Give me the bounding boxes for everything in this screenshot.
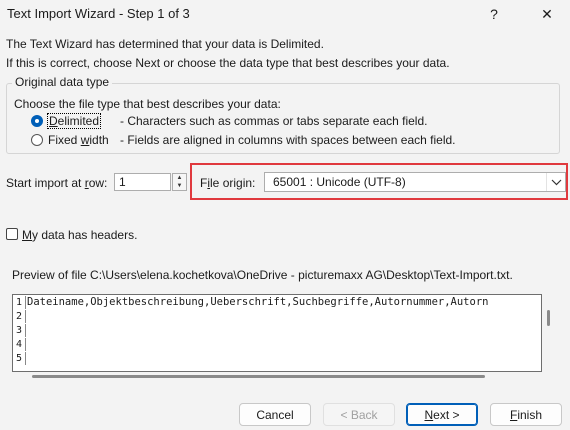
- headers-label[interactable]: My data has headers.: [22, 228, 137, 242]
- preview-row-number: 2: [13, 310, 26, 323]
- cancel-button[interactable]: Cancel: [239, 403, 311, 426]
- help-icon: ?: [490, 6, 498, 22]
- headers-checkbox[interactable]: [6, 228, 18, 240]
- fixed-width-radio[interactable]: [31, 134, 43, 146]
- preview-row-number: 4: [13, 338, 26, 351]
- fixed-width-description: - Fields are aligned in columns with spa…: [120, 133, 456, 147]
- file-origin-select[interactable]: 65001 : Unicode (UTF-8): [264, 172, 566, 192]
- preview-vertical-scrollbar[interactable]: [547, 310, 550, 326]
- preview-row-number: 1: [13, 296, 26, 309]
- start-row-spinner[interactable]: ▲ ▼: [172, 173, 187, 191]
- preview-row-text: Dateiname,Objektbeschreibung,Ueberschrif…: [27, 296, 489, 308]
- start-row-label: Start import at row:: [6, 176, 108, 190]
- spin-down-icon[interactable]: ▼: [173, 182, 186, 190]
- file-origin-label: File origin:: [200, 176, 256, 190]
- preview-label: Preview of file C:\Users\elena.kochetkov…: [12, 268, 513, 282]
- fixed-width-label[interactable]: Fixed width: [48, 133, 109, 147]
- next-button[interactable]: Next >: [406, 403, 478, 426]
- intro-line-1: The Text Wizard has determined that your…: [6, 37, 324, 51]
- data-type-prompt: Choose the file type that best describes…: [14, 97, 281, 111]
- preview-pane[interactable]: 1 Dateiname,Objektbeschreibung,Ueberschr…: [12, 294, 542, 372]
- back-button[interactable]: < Back: [323, 403, 395, 426]
- finish-button[interactable]: Finish: [490, 403, 562, 426]
- title-bar: Text Import Wizard - Step 1 of 3 ? ✕: [0, 0, 570, 30]
- file-origin-value: 65001 : Unicode (UTF-8): [273, 175, 406, 189]
- chevron-down-icon[interactable]: [546, 173, 565, 191]
- preview-horizontal-scrollbar[interactable]: [32, 375, 485, 378]
- help-button[interactable]: ?: [477, 0, 511, 28]
- spin-up-icon[interactable]: ▲: [173, 174, 186, 182]
- data-type-legend: Original data type: [12, 75, 113, 89]
- close-button[interactable]: ✕: [530, 0, 564, 28]
- preview-row-number: 3: [13, 324, 26, 337]
- close-icon: ✕: [541, 5, 553, 22]
- delimited-description: - Characters such as commas or tabs sepa…: [120, 114, 428, 128]
- delimited-label[interactable]: Delimited: [47, 113, 102, 129]
- intro-line-2: If this is correct, choose Next or choos…: [6, 56, 450, 70]
- preview-row-number: 5: [13, 352, 26, 365]
- delimited-radio[interactable]: [31, 115, 43, 127]
- window-title: Text Import Wizard - Step 1 of 3: [7, 6, 190, 21]
- start-row-input[interactable]: 1: [114, 173, 171, 191]
